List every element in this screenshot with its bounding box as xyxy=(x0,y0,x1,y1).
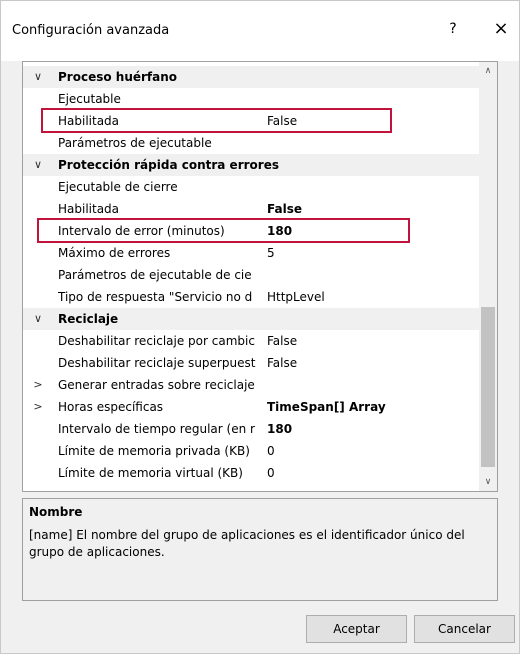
property-value[interactable] xyxy=(267,88,473,110)
category-label: Reciclaje xyxy=(58,312,119,326)
property-row[interactable]: Habilitada False xyxy=(23,110,479,132)
scroll-up-icon[interactable]: ∧ xyxy=(479,62,497,80)
property-name: Límite de memoria virtual (KB) xyxy=(58,466,243,480)
property-name: Deshabilitar reciclaje por cambic xyxy=(58,334,255,348)
property-name: Ejecutable xyxy=(58,92,121,106)
property-value[interactable]: 0 xyxy=(267,440,473,462)
property-row[interactable]: Intervalo de error (minutos) 180 xyxy=(23,220,479,242)
collapse-chevron-icon[interactable]: ∨ xyxy=(23,308,53,330)
property-name: Intervalo de tiempo regular (en r xyxy=(58,422,255,436)
property-name: Habilitada xyxy=(58,202,120,216)
property-value[interactable] xyxy=(267,264,473,286)
property-name: Parámetros de ejecutable de cie xyxy=(58,268,252,282)
property-value[interactable]: 5 xyxy=(267,242,473,264)
cancel-button[interactable]: Cancelar xyxy=(414,615,515,643)
collapse-chevron-icon[interactable]: ∨ xyxy=(23,66,53,88)
expand-chevron-icon[interactable]: > xyxy=(23,396,53,418)
property-row[interactable]: Límite de memoria virtual (KB) 0 xyxy=(23,462,479,484)
property-value[interactable]: HttpLevel xyxy=(267,286,473,308)
property-row[interactable]: Habilitada False xyxy=(23,198,479,220)
property-name: Habilitada xyxy=(58,114,120,128)
property-row[interactable]: > Horas específicas TimeSpan[] Array xyxy=(23,396,479,418)
property-row[interactable]: Deshabilitar reciclaje por cambic False xyxy=(23,330,479,352)
category-row[interactable]: ∨ Reciclaje xyxy=(23,308,479,330)
property-name: Horas específicas xyxy=(58,400,164,414)
property-value[interactable]: 180 xyxy=(267,220,473,242)
property-name: Parámetros de ejecutable xyxy=(58,136,212,150)
property-value[interactable]: TimeSpan[] Array xyxy=(267,396,473,418)
property-value[interactable] xyxy=(267,132,473,154)
category-row[interactable]: ∨ Protección rápida contra errores xyxy=(23,154,479,176)
property-row[interactable]: Deshabilitar reciclaje superpuest False xyxy=(23,352,479,374)
property-value[interactable]: False xyxy=(267,352,473,374)
property-row[interactable]: Límite de memoria privada (KB) 0 xyxy=(23,440,479,462)
description-panel: Nombre [name] El nombre del grupo de apl… xyxy=(22,498,498,601)
property-name: Máximo de errores xyxy=(58,246,171,260)
description-title: Nombre xyxy=(29,505,83,519)
property-name: Deshabilitar reciclaje superpuest xyxy=(58,356,256,370)
property-name: Ejecutable de cierre xyxy=(58,180,178,194)
property-name: Generar entradas sobre reciclaje xyxy=(58,378,255,392)
category-label: Protección rápida contra errores xyxy=(58,158,279,172)
title-bar: Configuración avanzada ? × xyxy=(1,1,519,61)
property-name: Límite de memoria privada (KB) xyxy=(58,444,250,458)
property-grid: ∨ Proceso huérfano Ejecutable Habilitada Fal… xyxy=(22,61,498,492)
property-value[interactable] xyxy=(267,374,473,396)
property-value[interactable] xyxy=(267,176,473,198)
description-text: [name] El nombre del grupo de aplicacion… xyxy=(29,528,465,559)
property-row[interactable]: Máximo de errores 5 xyxy=(23,242,479,264)
scroll-thumb[interactable] xyxy=(481,307,495,467)
property-value[interactable]: False xyxy=(267,110,473,132)
property-value[interactable]: False xyxy=(267,198,473,220)
property-row[interactable]: Intervalo de tiempo regular (en r 180 xyxy=(23,418,479,440)
property-row[interactable]: Ejecutable de cierre xyxy=(23,176,479,198)
property-row[interactable]: Ejecutable xyxy=(23,88,479,110)
property-value[interactable]: 180 xyxy=(267,418,473,440)
property-row[interactable]: Tipo de respuesta "Servicio no d HttpLeve… xyxy=(23,286,479,308)
property-value[interactable]: 0 xyxy=(267,462,473,484)
advanced-settings-dialog: Configuración avanzada ? × ∨ Proceso huér… xyxy=(0,0,520,654)
dialog-title: Configuración avanzada xyxy=(12,23,170,38)
property-name: Intervalo de error (minutos) xyxy=(58,224,225,238)
property-row[interactable]: Parámetros de ejecutable xyxy=(23,132,479,154)
accept-button[interactable]: Aceptar xyxy=(306,615,407,643)
expand-chevron-icon[interactable]: > xyxy=(23,374,53,396)
property-row[interactable]: > Generar entradas sobre reciclaje xyxy=(23,374,479,396)
collapse-chevron-icon[interactable]: ∨ xyxy=(23,154,53,176)
property-row[interactable]: Parámetros de ejecutable de cie xyxy=(23,264,479,286)
property-name: Tipo de respuesta "Servicio no d xyxy=(58,290,253,304)
close-button[interactable]: × xyxy=(489,17,513,41)
scroll-down-icon[interactable]: ∨ xyxy=(479,473,497,491)
category-label: Proceso huérfano xyxy=(58,70,178,84)
vertical-scrollbar[interactable]: ∧ ∨ xyxy=(479,62,497,491)
property-value[interactable]: False xyxy=(267,330,473,352)
help-button[interactable]: ? xyxy=(441,17,465,41)
category-row[interactable]: ∨ Proceso huérfano xyxy=(23,66,479,88)
